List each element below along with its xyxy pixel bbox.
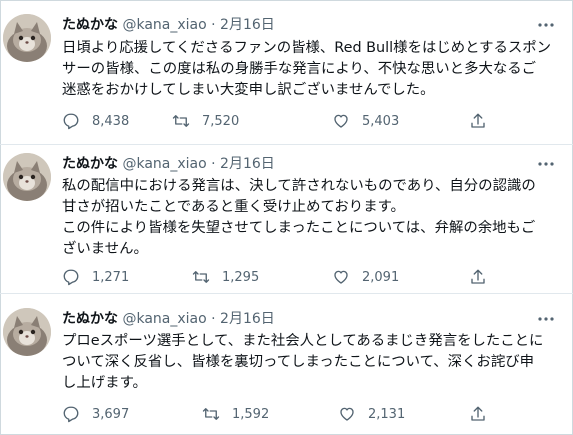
share-icon <box>471 269 485 284</box>
heart-icon <box>340 407 354 421</box>
separator-dot: · <box>211 156 216 172</box>
tweet-date[interactable]: 2月16日 <box>220 17 275 33</box>
reply-count: 8,438 <box>92 113 130 129</box>
reply-button[interactable]: 3,697 <box>62 404 129 424</box>
reply-icon <box>63 269 79 286</box>
tweet-actions: 1,271 1,295 2,091 <box>62 267 502 287</box>
like-button[interactable]: 2,091 <box>332 267 399 287</box>
reply-button[interactable]: 1,271 <box>62 267 129 287</box>
reply-icon <box>63 406 79 423</box>
heart-icon <box>334 114 348 128</box>
tweet-1[interactable]: たぬかな @kana_xiao · 2月16日 日頃より応援してくださるファンの… <box>0 0 573 144</box>
user-handle[interactable]: @kana_xiao <box>122 156 206 172</box>
tweet-text-line: ざいません。 <box>62 241 148 257</box>
like-count: 2,091 <box>362 269 400 285</box>
reply-button[interactable]: 8,438 <box>62 111 129 131</box>
tweet-text-line: 迷惑をおかけしてしまい大変申し訳ございませんでした。 <box>62 82 435 98</box>
avatar[interactable] <box>3 14 51 62</box>
tweet-date[interactable]: 2月16日 <box>220 156 275 172</box>
retweet-count: 1,592 <box>232 406 270 422</box>
tweet-date[interactable]: 2月16日 <box>220 311 275 327</box>
retweet-count: 7,520 <box>202 113 240 129</box>
share-button[interactable] <box>469 111 487 131</box>
retweet-button[interactable]: 7,520 <box>172 111 239 131</box>
heart-icon <box>334 270 348 284</box>
tweet-text-line: 甘さが招いたことであると重く受け止めております。 <box>62 199 405 215</box>
retweet-button[interactable]: 1,592 <box>202 404 269 424</box>
tweet-text: プロeスポーツ選手として、また社会人としてあるまじき発言をしたことに ついて深く… <box>62 331 562 394</box>
tweet-actions: 8,438 7,520 5,403 <box>62 111 502 131</box>
display-name[interactable]: たぬかな <box>62 311 118 327</box>
more-icon[interactable] <box>537 312 555 322</box>
display-name[interactable]: たぬかな <box>62 156 118 172</box>
separator-dot: · <box>211 311 216 327</box>
tweet-text: 私の配信中における発言は、決して許されないものであり、自分の認識の 甘さが招いた… <box>62 176 562 260</box>
avatar[interactable] <box>3 153 51 201</box>
like-button[interactable]: 2,131 <box>338 404 405 424</box>
share-icon <box>471 406 485 421</box>
share-button[interactable] <box>469 404 487 424</box>
avatar[interactable] <box>3 308 51 356</box>
tweet-text: 日頃より応援してくださるファンの皆様、Red Bull様をはじめとするスポン サ… <box>62 38 562 101</box>
share-button[interactable] <box>469 267 487 287</box>
tweet-header: たぬかな @kana_xiao · 2月16日 <box>62 308 275 327</box>
tweet-text-line: プロeスポーツ選手として、また社会人としてあるまじき発言をしたことに <box>62 333 544 349</box>
tweet-text-line: ついて深く反省し、皆様を裏切ってしまったことについて、深くお詫び申 <box>62 354 535 370</box>
user-handle[interactable]: @kana_xiao <box>122 311 206 327</box>
tweet-header: たぬかな @kana_xiao · 2月16日 <box>62 14 275 33</box>
user-handle[interactable]: @kana_xiao <box>122 17 206 33</box>
retweet-button[interactable]: 1,295 <box>192 267 259 287</box>
like-count: 5,403 <box>362 113 400 129</box>
tweet-2[interactable]: たぬかな @kana_xiao · 2月16日 私の配信中における発言は、決して… <box>0 145 573 293</box>
tweet-text-line: 私の配信中における発言は、決して許されないものであり、自分の認識の <box>62 178 536 194</box>
tweet-header: たぬかな @kana_xiao · 2月16日 <box>62 153 275 172</box>
retweet-count: 1,295 <box>222 269 260 285</box>
tweet-text-line: し上げます。 <box>62 375 147 391</box>
like-count: 2,131 <box>368 406 406 422</box>
retweet-icon <box>192 271 210 283</box>
tweet-text-line: 日頃より応援してくださるファンの皆様、Red Bull様をはじめとするスポン <box>62 40 552 56</box>
tweet-3[interactable]: たぬかな @kana_xiao · 2月16日 プロeスポーツ選手として、また社… <box>0 294 573 434</box>
retweet-icon <box>202 408 220 420</box>
separator-dot: · <box>211 17 216 33</box>
tweet-text-line: この件により皆様を失望させてしまったことについては、弁解の余地もご <box>62 220 536 236</box>
retweet-icon <box>172 115 190 127</box>
more-icon[interactable] <box>537 157 555 167</box>
display-name[interactable]: たぬかな <box>62 17 118 33</box>
tweet-text-line: サーの皆様、この度は私の身勝手な発言により、不快な思いと多大なるご <box>62 61 537 77</box>
tweet-actions: 3,697 1,592 2,131 <box>62 404 502 424</box>
like-button[interactable]: 5,403 <box>332 111 399 131</box>
more-icon[interactable] <box>537 18 555 28</box>
reply-count: 1,271 <box>92 269 130 285</box>
share-icon <box>471 113 485 128</box>
reply-count: 3,697 <box>92 406 130 422</box>
reply-icon <box>63 113 79 130</box>
